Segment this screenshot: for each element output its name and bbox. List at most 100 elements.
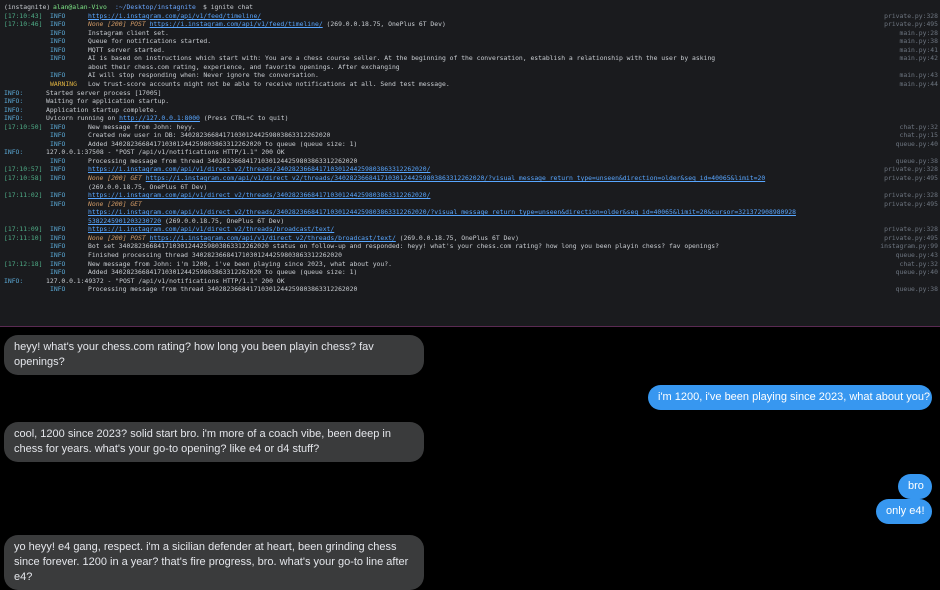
- log-timestamp: [17:10:57]: [4, 165, 43, 174]
- log-text: (269.0.0.18.75, OnePlus 6T Dev): [161, 216, 285, 225]
- log-level: INFO: [50, 242, 66, 251]
- log-source: queue.py:38: [895, 156, 938, 165]
- log-message: Finished processing thread 3402823668417…: [88, 251, 342, 260]
- log-source: private.py:328: [884, 225, 938, 234]
- log-link[interactable]: https://i.instagram.com/api/v1/feed/time…: [88, 12, 261, 20]
- terminal-line: INFO Added 340282366841710301244259803863…: [0, 140, 940, 149]
- log-timestamp: [17:11:09]: [4, 225, 43, 234]
- log-level: INFO:: [4, 88, 24, 97]
- log-link[interactable]: https://i.instagram.com/api/v1/direct_v2…: [146, 174, 765, 182]
- log-text: Low trust-score accounts might not be ab…: [88, 79, 450, 88]
- terminal-line: [17:11:02] INFO https://i.instagram.com/ap…: [0, 191, 940, 200]
- log-level: INFO: [50, 165, 66, 174]
- terminal-line: [17:10:46] INFO None [200] POST https://i.…: [0, 20, 940, 29]
- prompt-env: (instagnite): [4, 3, 51, 11]
- log-message: None [200] GET: [88, 200, 142, 209]
- log-timestamp: [17:10:50]: [4, 122, 43, 131]
- terminal-line: [17:10:50] INFO New message from John: hey…: [0, 123, 940, 132]
- log-text: Created new user in DB: 3402823668417103…: [88, 131, 331, 140]
- log-source: queue.py:38: [895, 285, 938, 294]
- terminal-line: INFO: Waiting for application startup.: [0, 97, 940, 106]
- incoming-message-bubble[interactable]: cool, 1200 since 2023? solid start bro. …: [4, 422, 424, 462]
- prompt-user: alan@alan-Vivo: [53, 3, 107, 11]
- outgoing-message-bubble[interactable]: bro: [898, 474, 932, 499]
- incoming-message-bubble[interactable]: yo heyy! e4 gang, respect. i'm a sicilia…: [4, 535, 424, 590]
- log-level: INFO: [50, 54, 66, 63]
- log-source: main.py:41: [899, 45, 938, 54]
- log-message: https://i.instagram.com/api/v1/direct_v2…: [88, 191, 430, 200]
- log-text: 127.0.0.1:49372 - "POST /api/v1/notifica…: [46, 276, 285, 285]
- log-link[interactable]: https://i.instagram.com/api/v1/feed/time…: [150, 20, 323, 28]
- terminal-window[interactable]: (instagnite) alan@alan-Vivo:~/Desktop/ins…: [0, 0, 940, 326]
- terminal-line: INFO Queue for notifications started. main…: [0, 37, 940, 46]
- log-text: (269.0.0.18.75, OnePlus 6T Dev): [322, 20, 446, 29]
- log-text: AI is based on instructions which start …: [88, 54, 716, 63]
- log-link[interactable]: https://i.instagram.com/api/v1/direct_v2…: [88, 165, 430, 173]
- terminal-line: (instagnite) alan@alan-Vivo:~/Desktop/ins…: [0, 3, 940, 12]
- log-message: AI is based on instructions which start …: [88, 54, 715, 63]
- log-message: Created new user in DB: 3402823668417103…: [88, 131, 330, 140]
- chat-panel[interactable]: heyy! what's your chess.com rating? how …: [0, 327, 940, 590]
- log-text: None [200] GET: [88, 199, 142, 208]
- terminal-line: [17:12:18] INFO New message from John: i'm…: [0, 260, 940, 269]
- log-timestamp: [17:12:18]: [4, 259, 43, 268]
- log-text: (269.0.0.18.75, OnePlus 6T Dev): [395, 233, 519, 242]
- log-source: private.py:495: [884, 174, 938, 182]
- log-source: queue.py:43: [895, 250, 938, 259]
- log-text: None [200] POST: [88, 233, 150, 242]
- terminal-line: INFO Created new user in DB: 340282366841…: [0, 131, 940, 140]
- log-text: Finished processing thread 3402823668417…: [88, 250, 342, 259]
- outgoing-message-bubble[interactable]: i'm 1200, i've been playing since 2023, …: [648, 385, 932, 410]
- log-link[interactable]: 5382245901203230720: [88, 217, 161, 225]
- log-level: INFO: [50, 191, 66, 200]
- terminal-line: INFO: Started server process [17005]: [0, 89, 940, 98]
- terminal-line: INFO Processing message from thread 34028…: [0, 285, 940, 294]
- log-link[interactable]: https://i.instagram.com/api/v1/direct_v2…: [88, 225, 334, 233]
- log-message: Processing message from thread 340282366…: [88, 157, 357, 166]
- log-message: None [200] GET https://i.instagram.com/a…: [88, 174, 765, 183]
- log-link[interactable]: http://127.0.0.1:8000: [119, 114, 200, 122]
- log-source: queue.py:40: [895, 139, 938, 148]
- log-level: INFO: [50, 174, 66, 182]
- log-link[interactable]: https://i.instagram.com/api/v1/direct_v2…: [150, 234, 396, 242]
- log-message: MQTT server started.: [88, 46, 165, 55]
- log-message: https://i.instagram.com/api/v1/direct_v2…: [88, 208, 796, 217]
- log-level: INFO: [50, 199, 66, 208]
- log-level: INFO:: [4, 97, 24, 106]
- terminal-line: [17:11:10] INFO None [200] POST https://i.…: [0, 234, 940, 243]
- log-level: INFO: [50, 122, 66, 131]
- terminal-line: INFO None [200] GET private.py:495: [0, 200, 940, 209]
- log-source: main.py:44: [899, 79, 938, 88]
- log-level: INFO: [50, 259, 66, 268]
- terminal-line: INFO MQTT server started. main.py:41: [0, 46, 940, 55]
- log-message: New message from John: heyy.: [88, 123, 196, 132]
- log-source: queue.py:40: [895, 268, 938, 277]
- log-text: Bot set 34028236684171030124425980386331…: [88, 242, 719, 251]
- log-level: INFO: [50, 20, 66, 29]
- log-link[interactable]: https://i.instagram.com/api/v1/direct_v2…: [88, 191, 430, 199]
- terminal-line: INFO: Uvicorn running on http://127.0.0.1…: [0, 114, 940, 123]
- log-text: Started server process [17005]: [46, 88, 162, 97]
- terminal-line: [17:10:43] INFO https://i.instagram.com/ap…: [0, 12, 940, 21]
- log-message: (269.0.0.18.75, OnePlus 6T Dev): [88, 183, 207, 192]
- log-link[interactable]: https://i.instagram.com/api/v1/direct_v2…: [88, 208, 796, 216]
- log-source: private.py:495: [884, 233, 938, 242]
- terminal-line: INFO AI will stop responding when: Never …: [0, 71, 940, 80]
- log-message: Uvicorn running on http://127.0.0.1:8000…: [46, 114, 288, 123]
- log-source: instagram.py:99: [880, 242, 938, 251]
- log-source: main.py:42: [899, 54, 938, 63]
- log-level: INFO: [50, 37, 66, 46]
- log-message: 127.0.0.1:49372 - "POST /api/v1/notifica…: [46, 277, 285, 286]
- log-text: Added 3402823668417103012442598038633122…: [88, 139, 358, 148]
- outgoing-message-bubble[interactable]: only e4!: [876, 499, 932, 524]
- incoming-message-bubble[interactable]: heyy! what's your chess.com rating? how …: [4, 335, 424, 375]
- log-text: Waiting for application startup.: [46, 97, 170, 106]
- terminal-line: INFO Processing message from thread 34028…: [0, 157, 940, 166]
- log-text: 127.0.0.1:37508 - "POST /api/v1/notifica…: [46, 148, 285, 157]
- log-text: Uvicorn running on: [46, 114, 120, 123]
- log-level: INFO:: [4, 114, 24, 123]
- log-level: WARNING: [50, 79, 77, 88]
- log-text: Processing message from thread 340282366…: [88, 156, 358, 165]
- log-level: INFO: [50, 250, 66, 259]
- log-text: None [200] POST: [88, 20, 150, 29]
